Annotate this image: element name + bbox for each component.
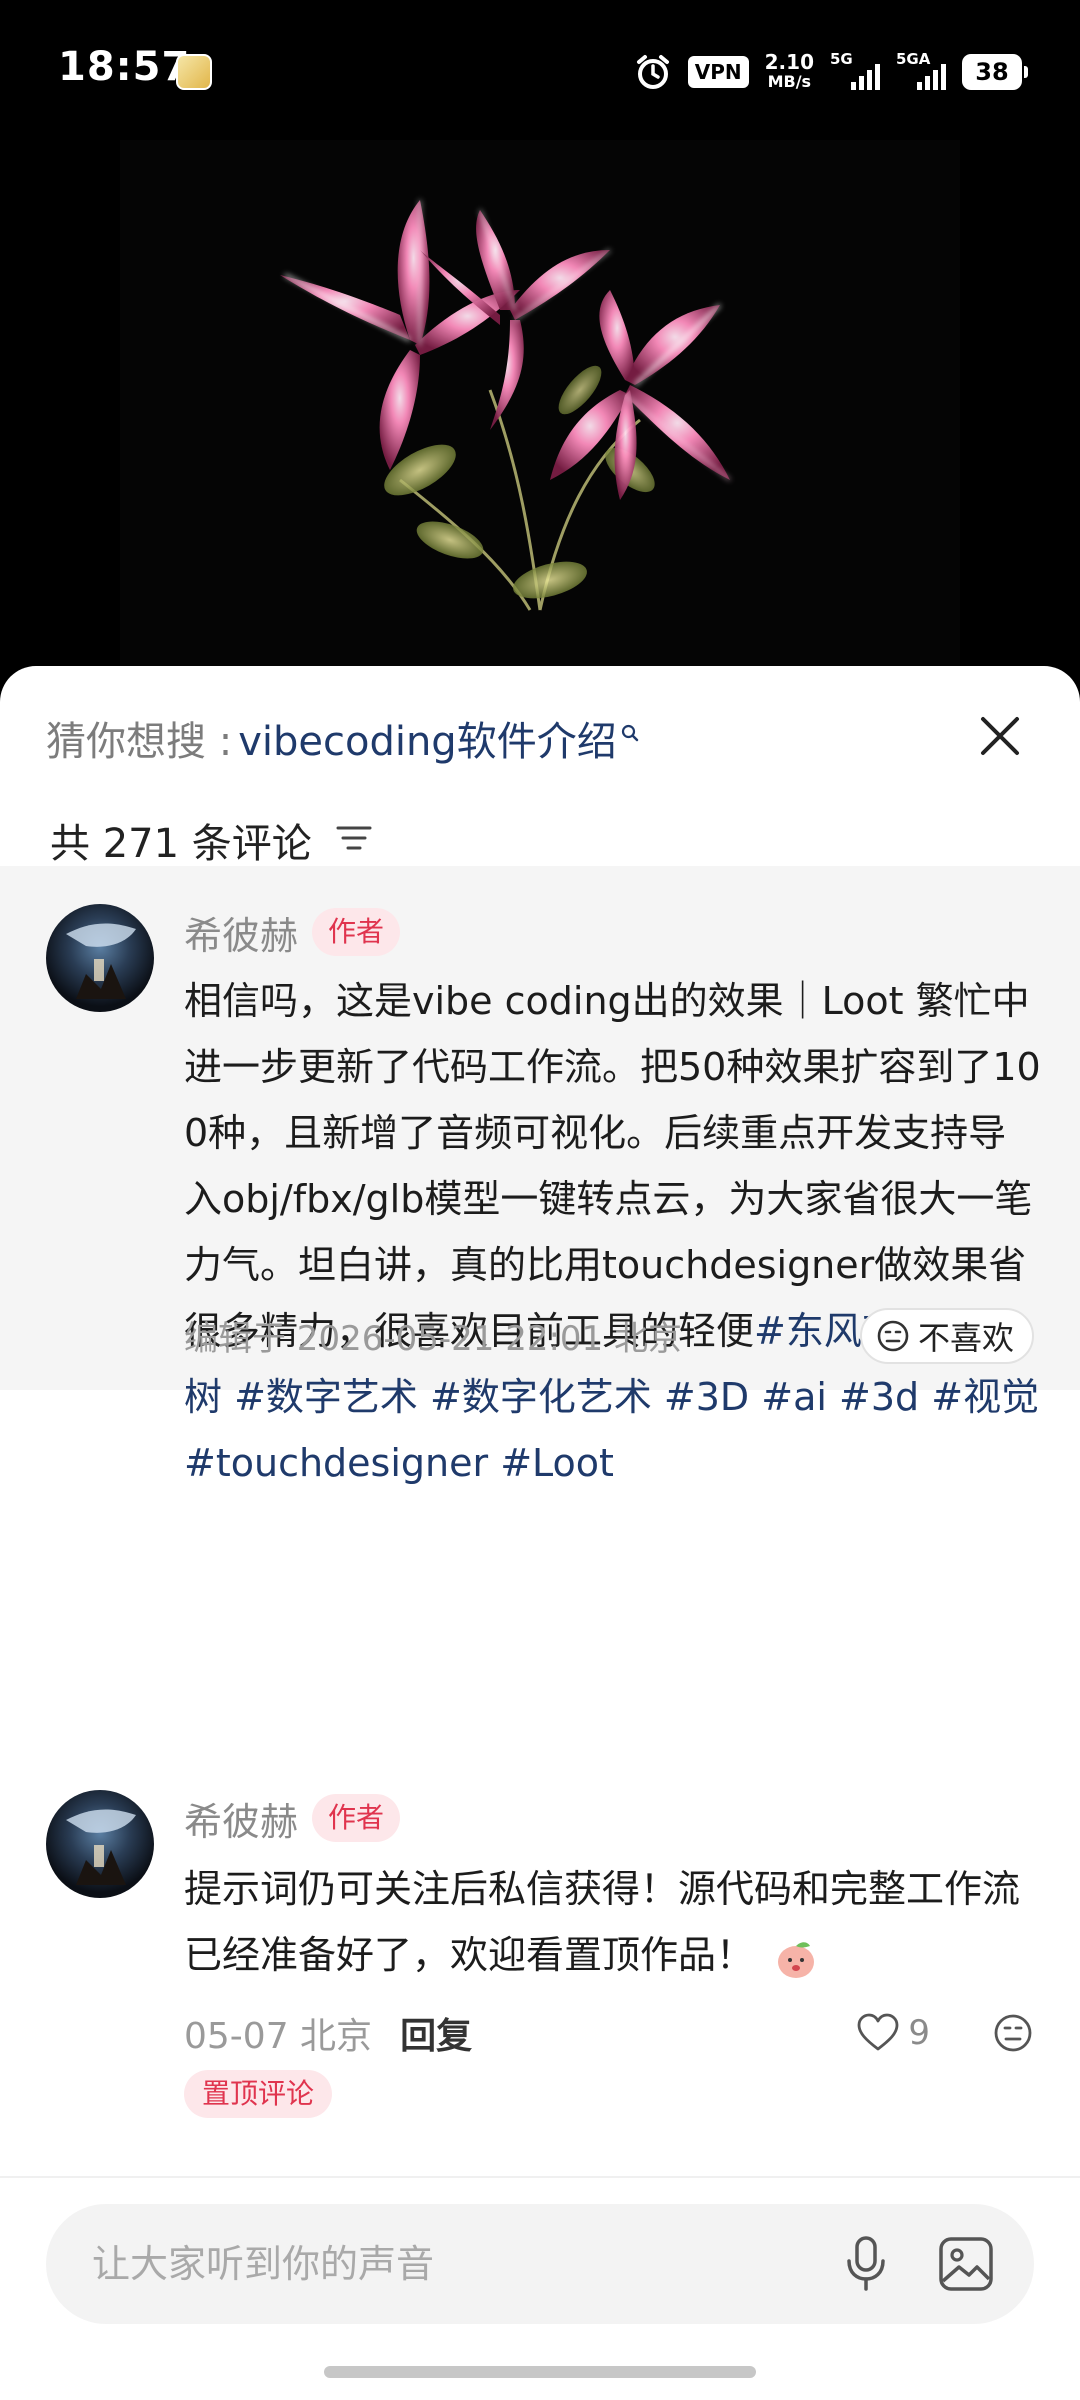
divider bbox=[0, 2176, 1080, 2178]
comment-text[interactable]: 提示词仍可关注后私信获得！源代码和完整工作流已经准备好了，欢迎看置顶作品！ bbox=[184, 1856, 1044, 1988]
status-bar: 18:57 VPN 2.10 MB/s 5G 5GA 38 bbox=[0, 0, 1080, 140]
status-time: 18:57 bbox=[58, 44, 191, 90]
comment-author-name[interactable]: 希彼赫 bbox=[184, 1791, 298, 1846]
author-badge: 作者 bbox=[312, 908, 401, 956]
video-player[interactable] bbox=[120, 140, 960, 680]
avatar[interactable] bbox=[46, 904, 154, 1012]
comment-item-1[interactable]: 希彼赫 作者 相信吗，这是vibe coding出的效果｜Loot 繁忙中进一步… bbox=[0, 866, 1080, 1485]
avatar[interactable] bbox=[46, 1790, 154, 1898]
microphone-icon[interactable] bbox=[836, 2234, 896, 2294]
comment-text-main: 相信吗，这是vibe coding出的效果｜Loot 繁忙中进一步更新了代码工作… bbox=[184, 979, 1041, 1353]
search-suggestion[interactable]: 猜你想搜 : vibecoding软件介绍 bbox=[46, 708, 639, 768]
peach-emoji-icon bbox=[778, 1941, 815, 1978]
comment-text-body: 提示词仍可关注后私信获得！源代码和完整工作流已经准备好了，欢迎看置顶作品！ bbox=[184, 1867, 1021, 1977]
like-button[interactable]: 9 bbox=[856, 2006, 930, 2060]
comment-author-name[interactable]: 希彼赫 bbox=[184, 905, 298, 960]
comment-author-row: 希彼赫 作者 bbox=[184, 904, 401, 960]
battery-icon: 38 bbox=[962, 54, 1028, 90]
comment-meta: 05-07 北京 回复 bbox=[184, 2006, 472, 2060]
pinned-comment-badge: 置顶评论 bbox=[184, 2070, 333, 2118]
signal-sim1-icon: 5G bbox=[830, 50, 880, 94]
comments-count-row: 共 271 条评论 bbox=[50, 812, 372, 868]
neutral-face-icon bbox=[994, 2014, 1032, 2052]
home-indicator[interactable] bbox=[324, 2366, 756, 2378]
sort-filter-icon[interactable] bbox=[336, 817, 372, 863]
comment-input[interactable]: 让大家听到你的声音 bbox=[46, 2204, 1034, 2324]
vpn-badge: VPN bbox=[687, 56, 749, 88]
comments-count: 共 271 条评论 bbox=[50, 821, 312, 867]
like-count: 9 bbox=[908, 2013, 930, 2053]
status-indicators: VPN 2.10 MB/s 5G 5GA 38 bbox=[634, 50, 1028, 94]
comment-text[interactable]: 相信吗，这是vibe coding出的效果｜Loot 繁忙中进一步更新了代码工作… bbox=[184, 968, 1044, 1496]
network-speed-unit: MB/s bbox=[767, 72, 812, 91]
neutral-face-icon bbox=[877, 1320, 909, 1352]
network-speed: 2.10 MB/s bbox=[765, 52, 814, 92]
search-suggestion-query[interactable]: vibecoding软件介绍 bbox=[238, 709, 617, 767]
particle-flower-image bbox=[280, 200, 731, 611]
app-notification-icon bbox=[176, 54, 212, 90]
dislike-face-button[interactable] bbox=[986, 2006, 1040, 2060]
dislike-label: 不喜欢 bbox=[917, 1319, 1014, 1357]
comment-input-placeholder: 让大家听到你的声音 bbox=[92, 2242, 435, 2286]
signal-sim1-label: 5G bbox=[830, 50, 853, 68]
comment-date-location: 05-07 北京 bbox=[184, 2016, 373, 2057]
alarm-clock-icon bbox=[634, 53, 672, 91]
close-button[interactable] bbox=[972, 708, 1028, 764]
signal-sim2-icon: 5GA bbox=[896, 50, 946, 94]
comment-edited-meta: 编辑于 2026-05-21 22:01 北京 bbox=[184, 1318, 682, 1359]
heart-icon bbox=[857, 2013, 899, 2051]
author-badge: 作者 bbox=[312, 1794, 401, 1842]
search-suggestion-prefix: 猜你想搜 : bbox=[46, 719, 233, 765]
comment-author-row: 希彼赫 作者 bbox=[184, 1790, 401, 1846]
network-speed-value: 2.10 bbox=[764, 50, 814, 74]
close-icon bbox=[981, 717, 1019, 755]
reply-button[interactable]: 回复 bbox=[400, 2007, 472, 2059]
search-icon bbox=[621, 706, 639, 752]
comments-sheet: 猜你想搜 : vibecoding软件介绍 共 271 条评论 希彼赫 作者 相… bbox=[0, 666, 1080, 2400]
dislike-button[interactable]: 不喜欢 bbox=[859, 1308, 1034, 1364]
image-picker-icon[interactable] bbox=[936, 2234, 996, 2294]
